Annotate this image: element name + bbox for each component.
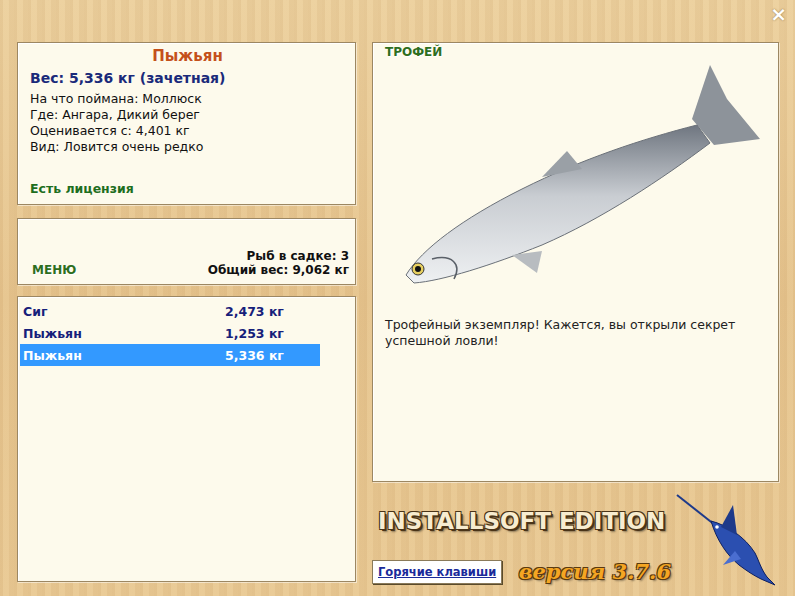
catch-window: × Пыжьян Вес: 5,336 кг (зачетная) На что по… <box>0 0 795 596</box>
catch-row[interactable]: Пыжьян5,336 кг <box>20 344 320 366</box>
catch-list: Сиг2,473 кгПыжьян1,253 кгПыжьян5,336 кг <box>17 296 356 582</box>
fish-card: Пыжьян Вес: 5,336 кг (зачетная) На что пой… <box>17 42 356 205</box>
logo-title: INSTALLSOFT EDITION <box>372 508 675 534</box>
license: Есть лицензия <box>30 181 345 196</box>
catch-name: Сиг <box>23 304 225 319</box>
catch-weight: 5,336 кг <box>225 348 320 363</box>
fish-area <box>385 59 768 291</box>
fish-details: На что поймана: МоллюскГде: Ангара, Дики… <box>30 91 345 155</box>
menu-button[interactable]: МЕНЮ <box>32 263 76 277</box>
detail-line: На что поймана: Моллюск <box>30 91 345 107</box>
fish-picture <box>392 59 762 291</box>
footer-row: Горячие клавиши версия 3.7.6 <box>372 559 675 584</box>
fish-weight: Вес: 5,336 кг (зачетная) <box>30 70 345 86</box>
total-weight: Общий вес: 9,062 кг <box>208 263 349 277</box>
footer: INSTALLSOFT EDITION Горячие клавиши версия… <box>372 482 779 596</box>
trophy-label: ТРОФЕЙ <box>385 45 768 59</box>
main: Пыжьян Вес: 5,336 кг (зачетная) На что пой… <box>17 42 779 596</box>
catch-weight: 2,473 кг <box>225 304 320 319</box>
fish-name: Пыжьян <box>30 47 345 65</box>
fish-count: Рыб в садке: 3 <box>247 249 350 263</box>
header: × <box>17 0 779 42</box>
catch-row[interactable]: Пыжьян1,253 кг <box>20 322 320 344</box>
hotkeys-button[interactable]: Горячие клавиши <box>372 560 502 584</box>
catch-row[interactable]: Сиг2,473 кг <box>20 300 320 322</box>
logo: INSTALLSOFT EDITION Горячие клавиши версия… <box>372 482 675 596</box>
detail-line: Вид: Ловится очень редко <box>30 139 345 155</box>
detail-line: Где: Ангара, Дикий берег <box>30 107 345 123</box>
marlin-logo <box>675 482 779 596</box>
right-column: ТРОФЕЙ Трофейный экземпляр! Кажется, вы о… <box>372 42 779 596</box>
version: версия 3.7.6 <box>519 559 675 584</box>
catch-name: Пыжьян <box>23 326 225 341</box>
close-button[interactable]: × <box>770 0 787 24</box>
trophy-message: Трофейный экземпляр! Кажется, вы открыли… <box>385 317 768 349</box>
left-column: Пыжьян Вес: 5,336 кг (зачетная) На что пой… <box>17 42 356 596</box>
detail-line: Оценивается с: 4,401 кг <box>30 123 345 139</box>
trophy-panel: ТРОФЕЙ Трофейный экземпляр! Кажется, вы о… <box>372 42 779 482</box>
catch-name: Пыжьян <box>23 348 225 363</box>
keepnet-stats: Рыб в садке: 3Общий вес: 9,062 кг <box>208 249 349 277</box>
menu-panel: МЕНЮ Рыб в садке: 3Общий вес: 9,062 кг <box>17 218 356 285</box>
marlin-icon <box>675 491 779 587</box>
catch-weight: 1,253 кг <box>225 326 320 341</box>
